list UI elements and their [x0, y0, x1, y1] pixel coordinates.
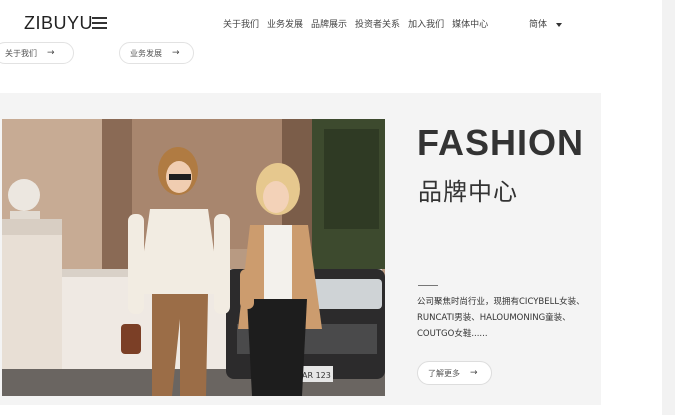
- language-selector[interactable]: 简体: [529, 17, 563, 30]
- hero-title: FASHION: [417, 122, 585, 163]
- license-plate-text: AR 123: [302, 371, 331, 380]
- about-link-button[interactable]: 关于我们 →: [0, 42, 74, 64]
- nav-item-about[interactable]: 关于我们: [223, 17, 259, 30]
- business-link-label: 业务发展: [130, 48, 162, 58]
- hero-subtitle: 品牌中心: [418, 178, 518, 206]
- arrow-right-icon: →: [172, 48, 180, 58]
- menu-icon[interactable]: [92, 17, 107, 29]
- arrow-right-icon: →: [47, 48, 55, 58]
- caret-down-icon: [556, 22, 563, 27]
- divider: [418, 285, 438, 286]
- nav-item-careers[interactable]: 加入我们: [408, 17, 444, 30]
- nav-item-media[interactable]: 媒体中心: [452, 17, 488, 30]
- business-link-button[interactable]: 业务发展 →: [119, 42, 194, 64]
- about-link-label: 关于我们: [5, 48, 37, 58]
- site-logo[interactable]: ZIBUYU: [24, 13, 93, 34]
- arrow-right-icon: →: [470, 368, 478, 378]
- learn-more-button[interactable]: 了解更多 →: [417, 361, 492, 385]
- hero-description: 公司聚焦时尚行业，现拥有CICYBELL女装、RUNCATI男装、HALOUMO…: [417, 297, 585, 339]
- nav-item-business[interactable]: 业务发展: [267, 17, 303, 30]
- learn-more-label: 了解更多: [428, 368, 460, 378]
- nav-item-brands[interactable]: 品牌展示: [311, 17, 347, 30]
- scrollbar-gutter[interactable]: [662, 0, 675, 415]
- nav-item-investors[interactable]: 投资者关系: [355, 17, 400, 30]
- top-navigation: 关于我们 业务发展 品牌展示 投资者关系 加入我们 媒体中心: [223, 17, 496, 30]
- language-label: 简体: [529, 20, 548, 30]
- hero-photo: AR 123: [2, 119, 385, 396]
